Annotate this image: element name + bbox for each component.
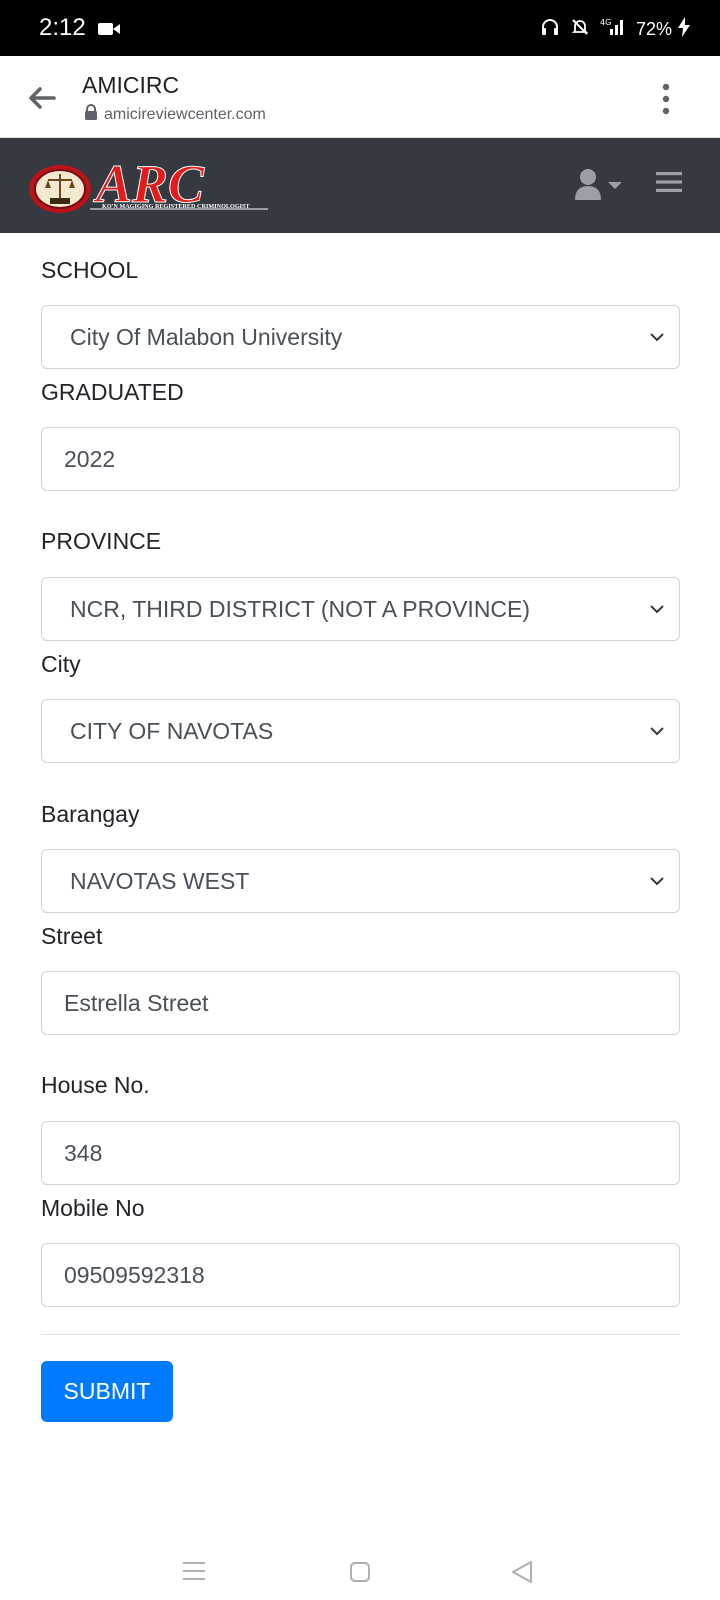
street-label: Street [41,923,103,949]
school-value: City Of Malabon University [70,323,343,350]
chevron-down-icon [650,877,664,886]
mobile-no-value: 09509592318 [64,1261,205,1288]
back-arrow-icon [29,87,56,109]
caret-down-icon [608,182,622,189]
graduated-label: GRADUATED [41,379,184,405]
barangay-value: NAVOTAS WEST [70,867,250,894]
kebab-menu-icon [662,83,670,115]
city-value: CITY OF NAVOTAS [70,717,274,744]
site-navbar: ARC KO'N MAGIGING REGISTERED CRIMINOLOGI… [0,138,720,233]
status-bar: 2:12 4G 72% [0,0,720,56]
mobile-no-input[interactable]: 09509592318 [41,1243,680,1307]
house-no-value: 348 [64,1139,103,1166]
city-label: City [41,651,81,677]
school-label: SCHOOL [41,257,139,283]
site-title: AMICIRC [82,72,180,98]
url-bar[interactable]: amicireviewcenter.com [84,104,266,125]
status-time: 2:12 [39,14,86,41]
graduated-input[interactable]: 2022 [41,427,680,491]
arc-logo[interactable]: ARC KO'N MAGIGING REGISTERED CRIMINOLOGI… [28,152,276,218]
submit-button[interactable]: SUBMIT [41,1361,173,1422]
logo-tagline: KO'N MAGIGING REGISTERED CRIMINOLOGIST [102,203,251,210]
user-dropdown-button[interactable] [572,166,630,206]
network-label: 4G [600,18,611,27]
province-select[interactable]: NCR, THIRD DISTRICT (NOT A PROVINCE) [41,577,680,641]
status-icons: 4G 72% [540,17,672,42]
signal-icon: 4G [600,17,626,42]
charging-icon [678,17,690,42]
province-label: PROVINCE [41,528,162,554]
school-select[interactable]: City Of Malabon University [41,305,680,369]
chevron-down-icon [650,605,664,614]
user-icon [575,169,622,200]
battery-text: 72% [635,19,672,39]
hamburger-icon [656,172,682,192]
navbar-toggle-button[interactable] [656,170,682,194]
system-navigation-bar [0,1540,720,1600]
graduated-value: 2022 [64,445,116,472]
house-no-input[interactable]: 348 [41,1121,680,1185]
site-url: amicireviewcenter.com [104,105,266,123]
headphones-icon [540,17,560,42]
barangay-label: Barangay [41,801,140,827]
chevron-down-icon [650,333,664,342]
mobile-no-label: Mobile No [41,1195,145,1221]
more-options-button[interactable] [656,82,676,116]
street-value: Estrella Street [64,989,209,1016]
browser-toolbar: AMICIRC amicireviewcenter.com [0,56,720,138]
recent-apps-icon[interactable] [183,1562,205,1580]
chevron-down-icon [650,727,664,736]
barangay-select[interactable]: NAVOTAS WEST [41,849,680,913]
city-select[interactable]: CITY OF NAVOTAS [41,699,680,763]
back-triangle-icon[interactable] [511,1560,533,1584]
back-button[interactable] [24,80,60,116]
street-input[interactable]: Estrella Street [41,971,680,1035]
home-icon[interactable] [350,1562,370,1582]
lock-icon [84,104,98,125]
video-camera-icon [98,22,120,41]
province-value: NCR, THIRD DISTRICT (NOT A PROVINCE) [70,595,531,622]
house-no-label: House No. [41,1072,150,1098]
mute-bell-icon [570,17,590,42]
form-divider [41,1334,680,1335]
